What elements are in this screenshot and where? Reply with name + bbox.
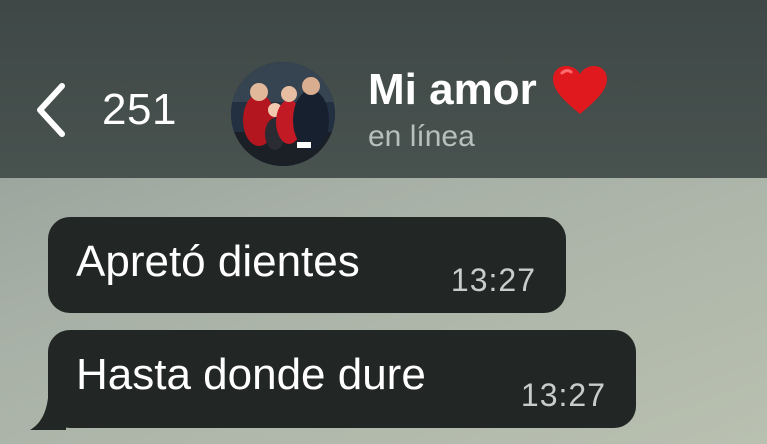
- online-status: en línea: [368, 120, 475, 153]
- avatar-photo: [231, 62, 335, 166]
- chevron-left-icon: [37, 83, 65, 137]
- unread-count: 251: [102, 85, 177, 134]
- message-text: Apretó dientes: [76, 237, 360, 286]
- message-time: 13:27: [520, 377, 606, 413]
- chat-title-block[interactable]: Mi amor en línea: [368, 62, 609, 154]
- message-bubble[interactable]: Hasta donde dure 13:27: [48, 330, 636, 428]
- message-bubble[interactable]: Apretó dientes 13:27: [48, 217, 566, 313]
- chat-screen: 251 Mi amor en línea Apretó dientes 13:2…: [0, 0, 767, 444]
- chat-header: 251 Mi amor en línea: [0, 0, 767, 178]
- heart-icon: [552, 66, 607, 114]
- message-text: Hasta donde dure: [76, 350, 426, 399]
- back-button[interactable]: 251: [30, 80, 177, 140]
- message-list: Apretó dientes 13:27 Hasta donde dure 13…: [0, 178, 767, 444]
- message-time: 13:27: [450, 262, 536, 298]
- chat-title: Mi amor: [368, 62, 609, 118]
- avatar[interactable]: [231, 62, 335, 166]
- chat-title-text: Mi amor: [368, 65, 537, 114]
